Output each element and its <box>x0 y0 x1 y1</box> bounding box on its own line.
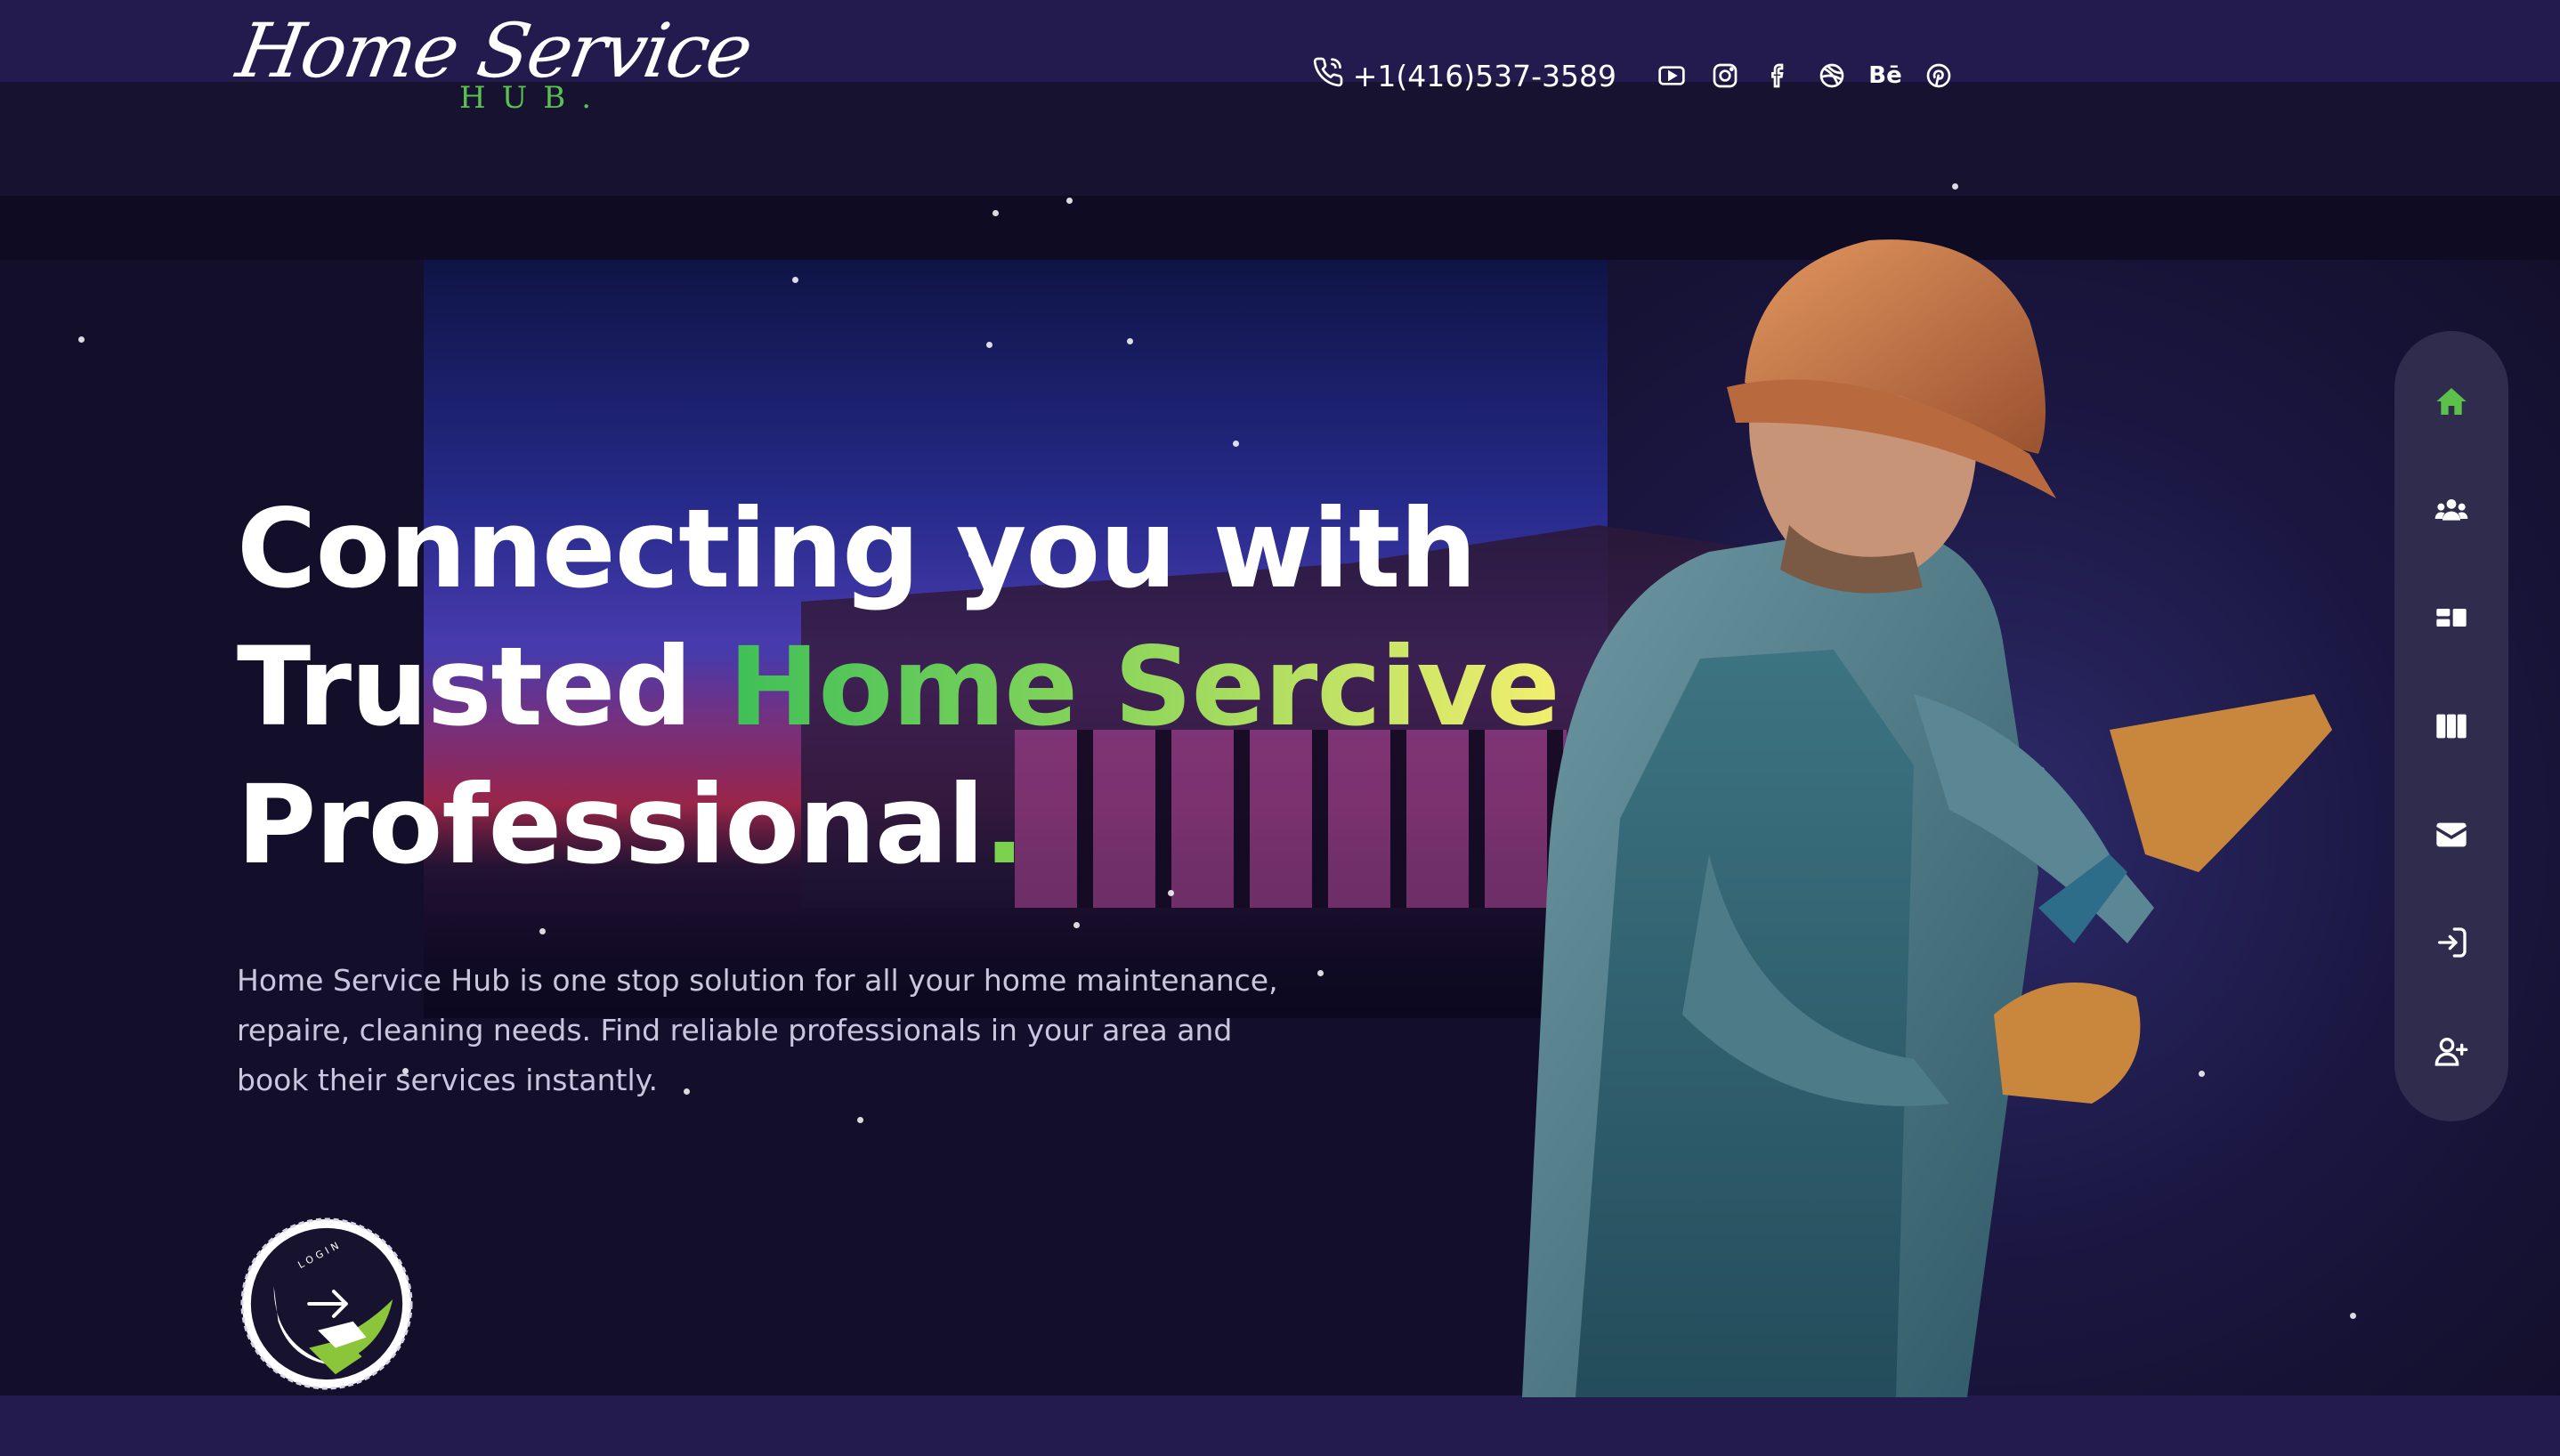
phone-icon <box>1312 56 1344 95</box>
nav-home[interactable] <box>2423 373 2480 430</box>
phone-link[interactable]: +1(416)537-3589 <box>1312 56 1616 95</box>
login-badge-button[interactable]: LOGIN <box>239 1216 415 1392</box>
youtube-icon[interactable] <box>1656 60 1688 92</box>
nav-services[interactable] <box>2423 589 2480 646</box>
headline-line-3: Professional. <box>237 756 1483 894</box>
pinterest-icon[interactable] <box>1923 60 1955 92</box>
home-icon <box>2436 387 2467 415</box>
description-line-1: Home Service Hub is one stop solution fo… <box>237 963 1278 998</box>
headline-professional: Professional <box>237 762 984 888</box>
headline-trusted: Trusted <box>237 624 729 750</box>
nav-contact[interactable] <box>2423 806 2480 863</box>
hero-description: Home Service Hub is one stop solution fo… <box>237 956 1287 1105</box>
columns-icon <box>2436 714 2467 739</box>
worker-illustration <box>1522 239 2332 1397</box>
nav-team[interactable] <box>2423 481 2480 538</box>
phone-number: +1(416)537-3589 <box>1352 58 1616 93</box>
instagram-icon[interactable] <box>1709 60 1741 92</box>
bottom-band <box>0 1395 2560 1456</box>
headline-line-1: Connecting you with <box>237 486 1477 612</box>
team-icon <box>2434 498 2468 521</box>
social-links: Bē <box>1656 60 1955 92</box>
brand-dot: . <box>581 80 608 116</box>
services-icon <box>2436 609 2467 627</box>
header-contact: +1(416)537-3589 Bē <box>1312 53 1955 98</box>
mail-icon <box>2436 822 2467 846</box>
side-navigation <box>2394 331 2508 1121</box>
description-line-2: repaire, cleaning needs. Find reliable p… <box>237 1013 1233 1048</box>
dribbble-icon[interactable] <box>1816 60 1848 92</box>
hero-headline: Connecting you with Trusted Home Sercive… <box>237 481 1560 894</box>
nav-columns[interactable] <box>2423 698 2480 755</box>
description-line-3: book their services instantly. <box>237 1063 658 1097</box>
headline-highlight: Home Sercive <box>728 624 1559 750</box>
brand-logo[interactable]: Home Service HUB. <box>231 7 757 116</box>
brand-sub: HUB <box>459 80 582 116</box>
add-user-icon <box>2434 1038 2468 1066</box>
nav-login[interactable] <box>2423 914 2480 971</box>
facebook-icon[interactable] <box>1762 60 1794 92</box>
nav-register[interactable] <box>2423 1023 2480 1080</box>
behance-icon[interactable]: Bē <box>1868 60 1901 92</box>
headline-line-2: Trusted Home Sercive <box>237 619 1560 756</box>
login-icon <box>2438 927 2467 959</box>
headline-dot: . <box>984 762 1025 888</box>
